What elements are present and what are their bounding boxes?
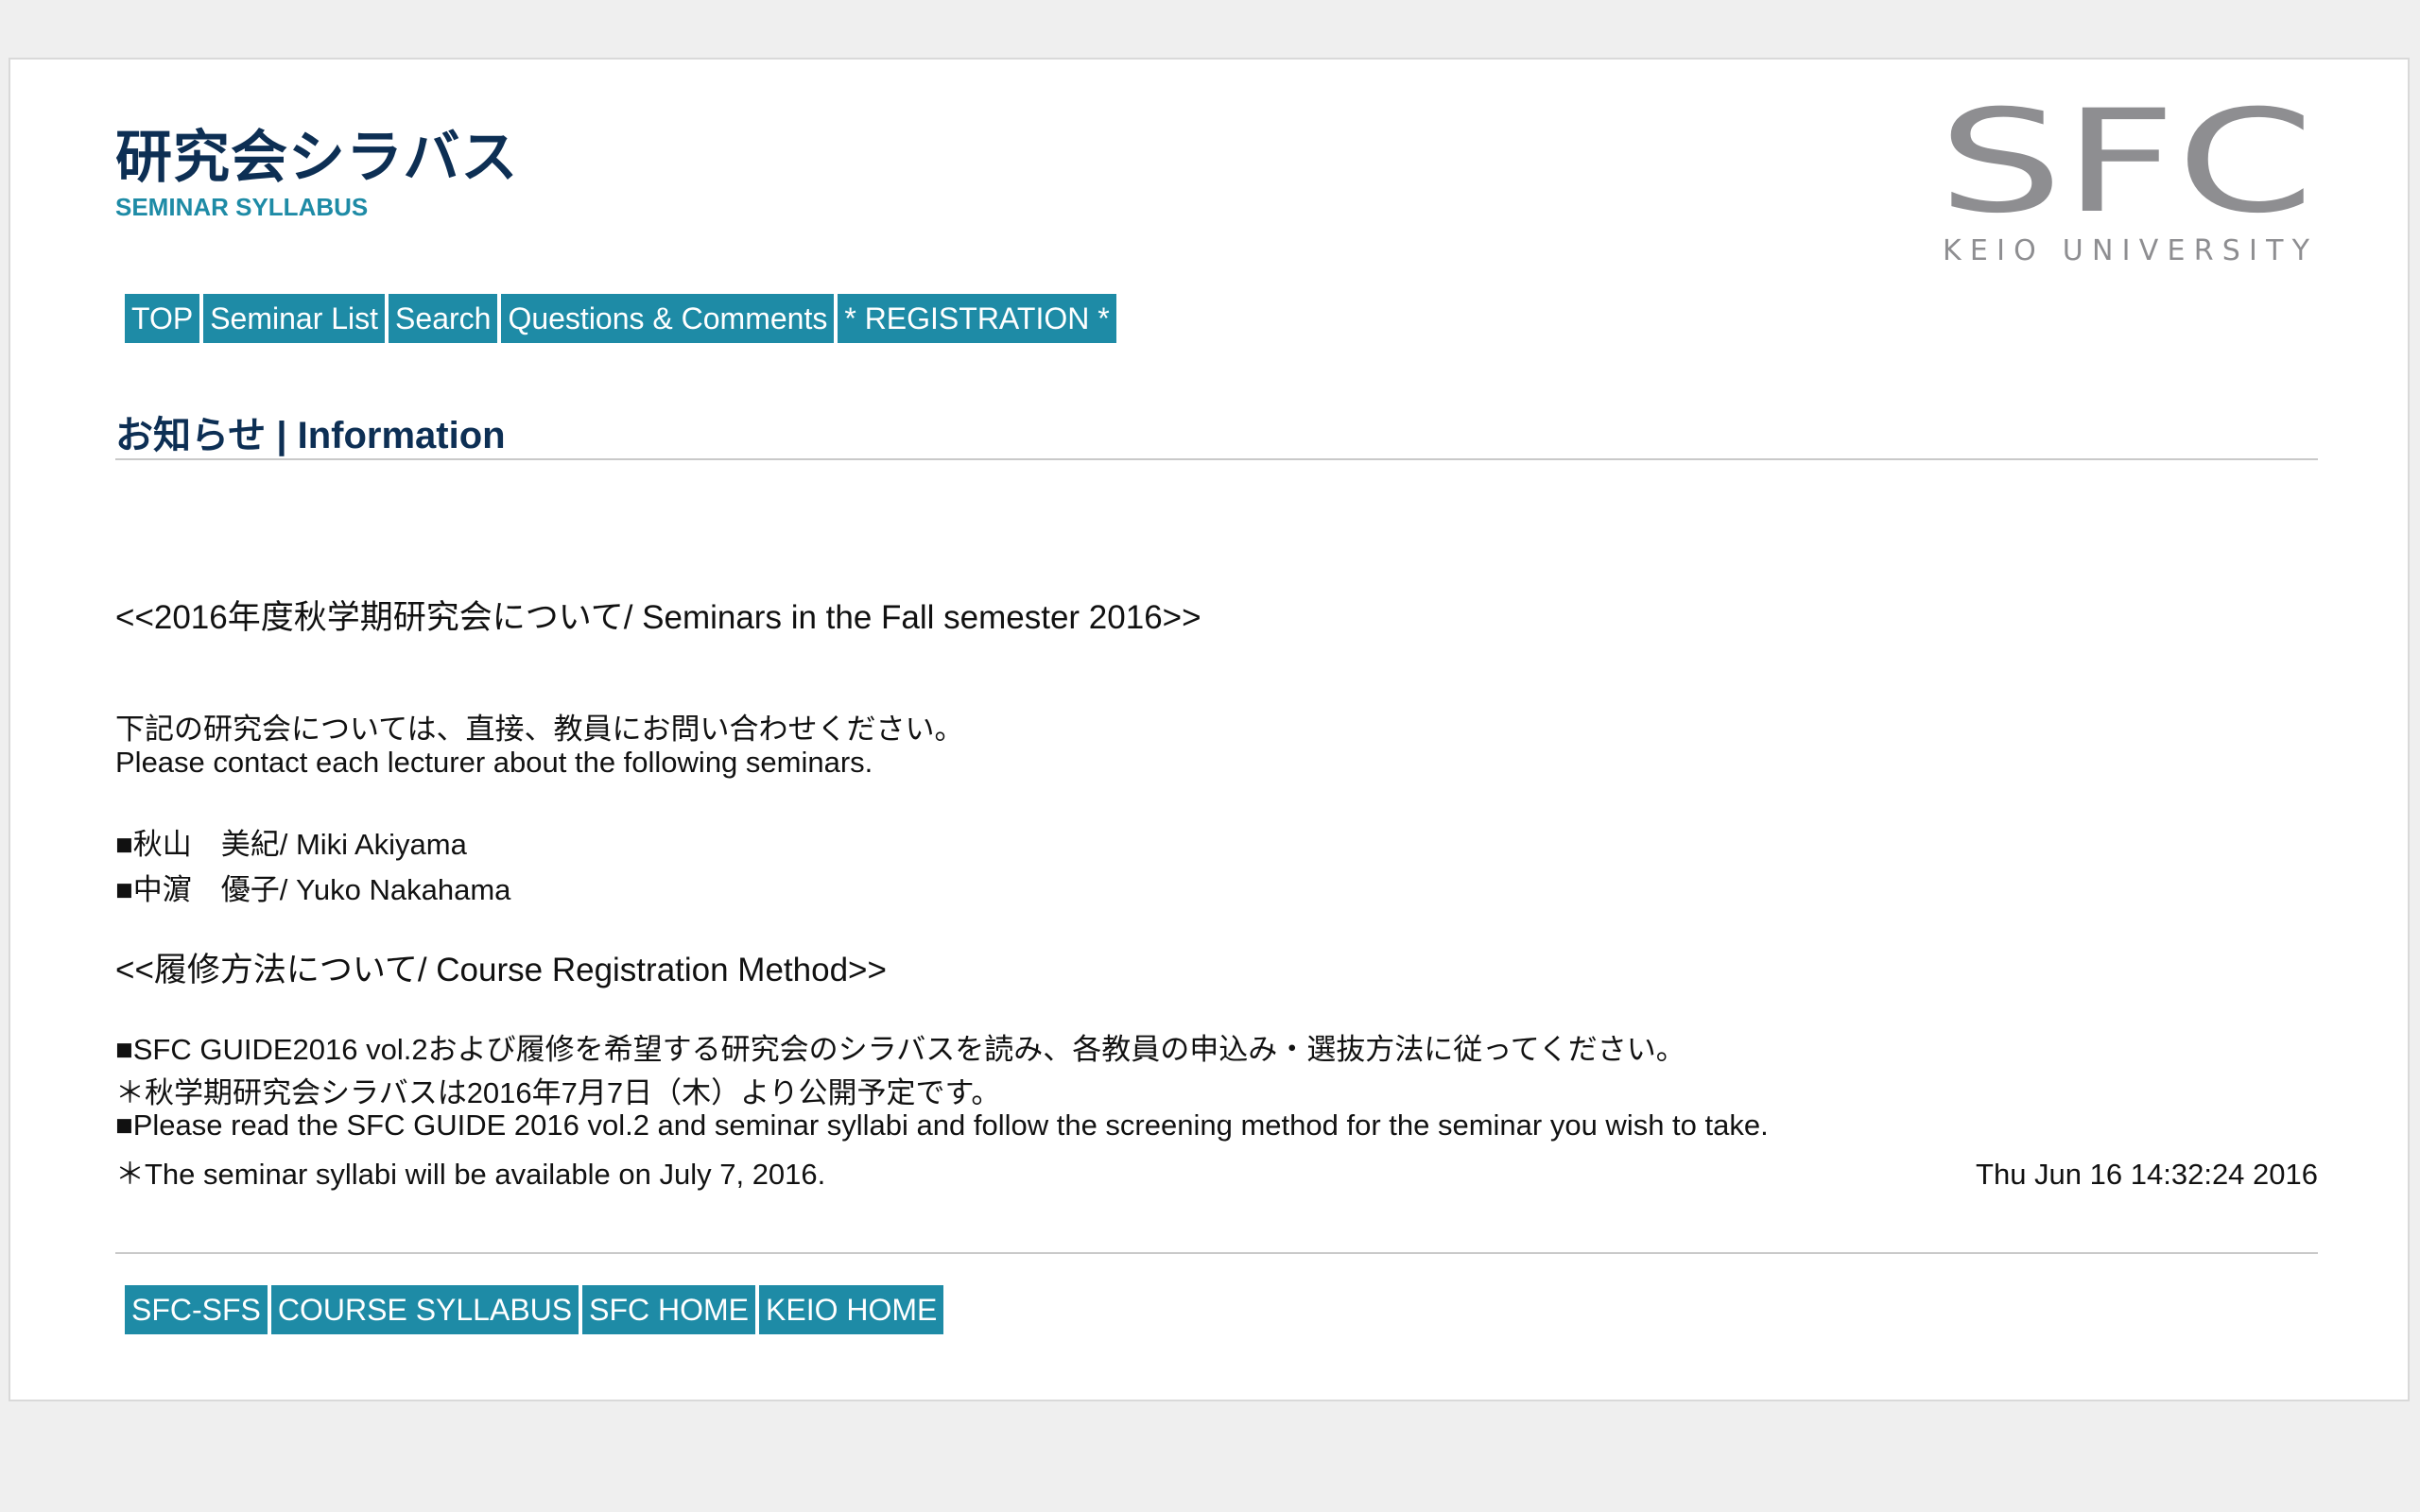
logo-main-text: SFC — [1938, 102, 2314, 245]
page-title: 研究会シラバス — [115, 126, 519, 189]
nav-questions-comments[interactable]: Questions & Comments — [501, 294, 835, 343]
page-panel: 研究会シラバス SEMINAR SYLLABUS SFC KEIO UNIVER… — [9, 58, 2410, 1401]
footer-keio-home[interactable]: KEIO HOME — [759, 1285, 944, 1334]
lecturer-item: ■秋山 美紀/ Miki Akiyama — [115, 828, 467, 861]
fall-semester-title: <<2016年度秋学期研究会について/ Seminars in the Fall… — [115, 599, 1201, 636]
nav-search[interactable]: Search — [389, 294, 498, 343]
method-line: ＊The seminar syllabi will be available o… — [115, 1158, 826, 1191]
page-subtitle: SEMINAR SYLLABUS — [115, 193, 369, 221]
nav-registration[interactable]: * REGISTRATION * — [838, 294, 1116, 343]
nav-seminar-list[interactable]: Seminar List — [203, 294, 386, 343]
heading-divider — [115, 458, 2318, 460]
information-heading: お知らせ | Information — [115, 415, 506, 456]
sfc-keio-logo[interactable]: SFC KEIO UNIVERSITY — [1935, 102, 2318, 267]
logo-sub-text: KEIO UNIVERSITY — [1943, 234, 2310, 267]
lecturer-item: ■中濵 優子/ Yuko Nakahama — [115, 873, 511, 906]
registration-method-title: <<履修方法について/ Course Registration Method>> — [115, 952, 887, 988]
contact-text-en: Please contact each lecturer about the f… — [115, 746, 873, 779]
method-line: ■Please read the SFC GUIDE 2016 vol.2 an… — [115, 1108, 1769, 1142]
nav-top[interactable]: TOP — [125, 294, 200, 343]
footer-course-syllabus[interactable]: COURSE SYLLABUS — [270, 1285, 579, 1334]
last-updated-timestamp: Thu Jun 16 14:32:24 2016 — [1976, 1158, 2318, 1191]
footer-divider — [115, 1252, 2318, 1254]
footer-sfc-sfs[interactable]: SFC-SFS — [125, 1285, 268, 1334]
method-line: ＊秋学期研究会シラバスは2016年7月7日（木）より公開予定です。 — [115, 1076, 1001, 1109]
method-line: ■SFC GUIDE2016 vol.2および履修を希望する研究会のシラバスを読… — [115, 1033, 1685, 1066]
footer-sfc-home[interactable]: SFC HOME — [582, 1285, 755, 1334]
footer-nav: SFC-SFS COURSE SYLLABUS SFC HOME KEIO HO… — [125, 1285, 944, 1334]
main-nav: TOP Seminar List Search Questions & Comm… — [125, 294, 1116, 343]
contact-text-ja: 下記の研究会については、直接、教員にお問い合わせください。 — [115, 713, 964, 746]
